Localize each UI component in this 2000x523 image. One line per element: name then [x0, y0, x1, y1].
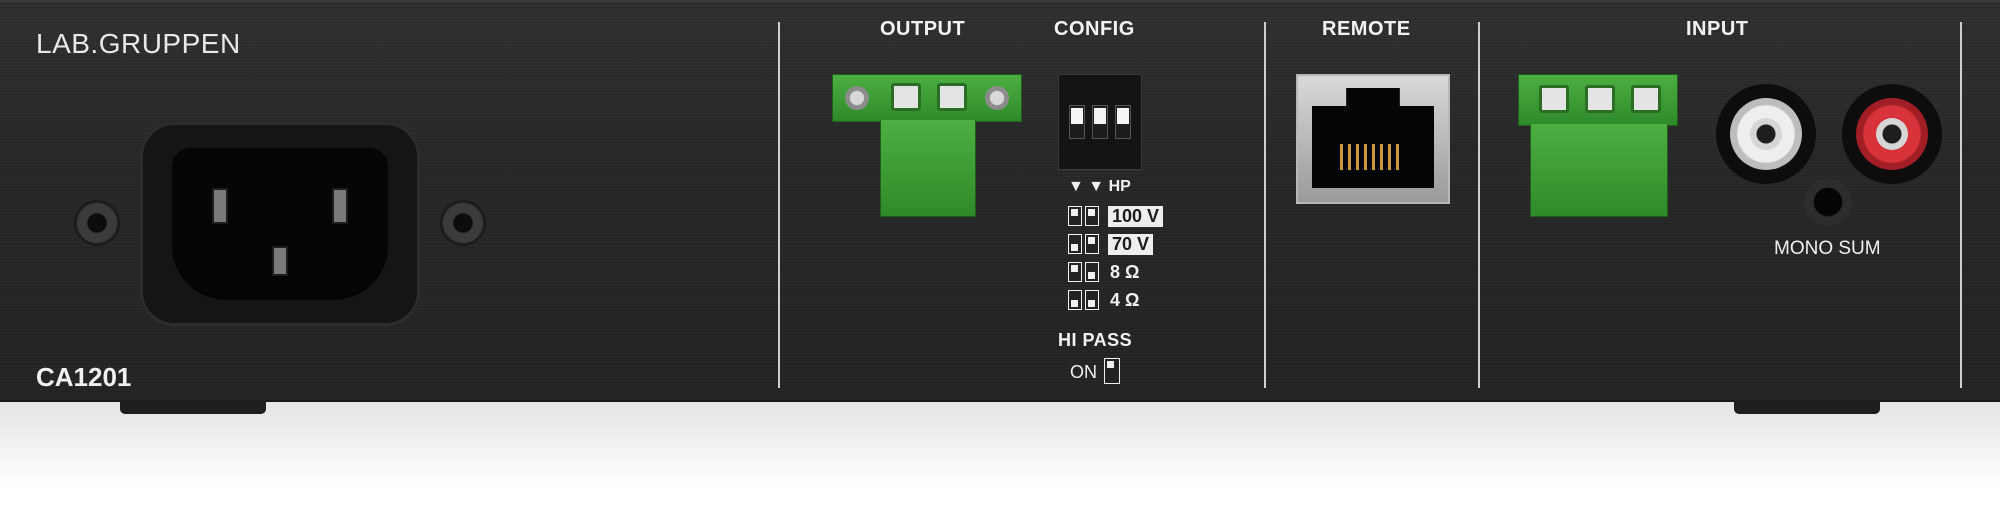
model-label: CA1201: [36, 362, 132, 392]
section-divider-2: [1264, 22, 1266, 388]
amplifier-rear-panel: LAB.GRUPPEN CA1201 OUTPUT CONFIG ▼ ▼ HP …: [0, 0, 2000, 402]
rca-input-left[interactable]: [1716, 84, 1816, 184]
config-legend-row-1: [1068, 206, 1104, 230]
config-legend-row-2: [1068, 234, 1104, 258]
input-terminal-hole-3: [1631, 85, 1661, 113]
hp-label: ▼ ▼ HP: [1068, 178, 1131, 195]
dip-switch-1[interactable]: [1069, 105, 1085, 139]
setting-70v: 70 V: [1108, 234, 1154, 255]
section-divider-3: [1478, 22, 1480, 388]
input-terminal-plug: [1530, 124, 1668, 217]
output-terminal-plug: [880, 120, 976, 217]
rca-input-right[interactable]: [1842, 84, 1942, 184]
setting-8ohm: 8 Ω: [1110, 262, 1140, 282]
input-label: INPUT: [1686, 18, 1749, 40]
hi-pass-label: HI PASS: [1058, 330, 1133, 350]
input-terminal-block[interactable]: [1518, 74, 1678, 126]
setting-100v: 100 V: [1108, 206, 1164, 227]
mono-sum-switch[interactable]: [1804, 178, 1852, 226]
terminal-screw-left: [845, 86, 869, 110]
output-terminal-block[interactable]: [832, 74, 1022, 122]
dip-switch-2[interactable]: [1092, 105, 1108, 139]
section-divider-4: [1960, 22, 1962, 388]
section-divider-1: [778, 22, 780, 388]
terminal-hole-2: [937, 83, 967, 111]
setting-4ohm: 4 Ω: [1110, 290, 1140, 310]
mono-sum-label: MONO SUM: [1774, 238, 1881, 259]
power-inlet-socket: [172, 148, 388, 300]
power-inlet[interactable]: [140, 122, 420, 326]
remote-rj45-port[interactable]: [1296, 74, 1450, 204]
input-terminal-hole-1: [1539, 85, 1569, 113]
panel-reflection: [0, 400, 2000, 523]
remote-label: REMOTE: [1322, 18, 1411, 40]
terminal-hole-1: [891, 83, 921, 111]
config-legend-row-3: [1068, 262, 1104, 286]
config-dip-switch[interactable]: [1058, 74, 1142, 170]
input-terminal-hole-2: [1585, 85, 1615, 113]
power-pin-neutral: [332, 188, 348, 224]
config-legend-row-4: [1068, 290, 1104, 314]
terminal-screw-right: [985, 86, 1009, 110]
power-pin-live: [212, 188, 228, 224]
mount-screw-left: [74, 200, 120, 246]
hi-pass-on-label: ON: [1070, 362, 1097, 382]
output-label: OUTPUT: [880, 18, 966, 40]
dip-switch-3[interactable]: [1115, 105, 1131, 139]
config-label: CONFIG: [1054, 18, 1135, 40]
brand-logo: LAB.GRUPPEN: [36, 28, 241, 59]
rj45-socket: [1312, 88, 1434, 188]
hi-pass-indicator: [1104, 358, 1120, 384]
power-pin-earth: [272, 246, 288, 276]
mount-screw-right: [440, 200, 486, 246]
